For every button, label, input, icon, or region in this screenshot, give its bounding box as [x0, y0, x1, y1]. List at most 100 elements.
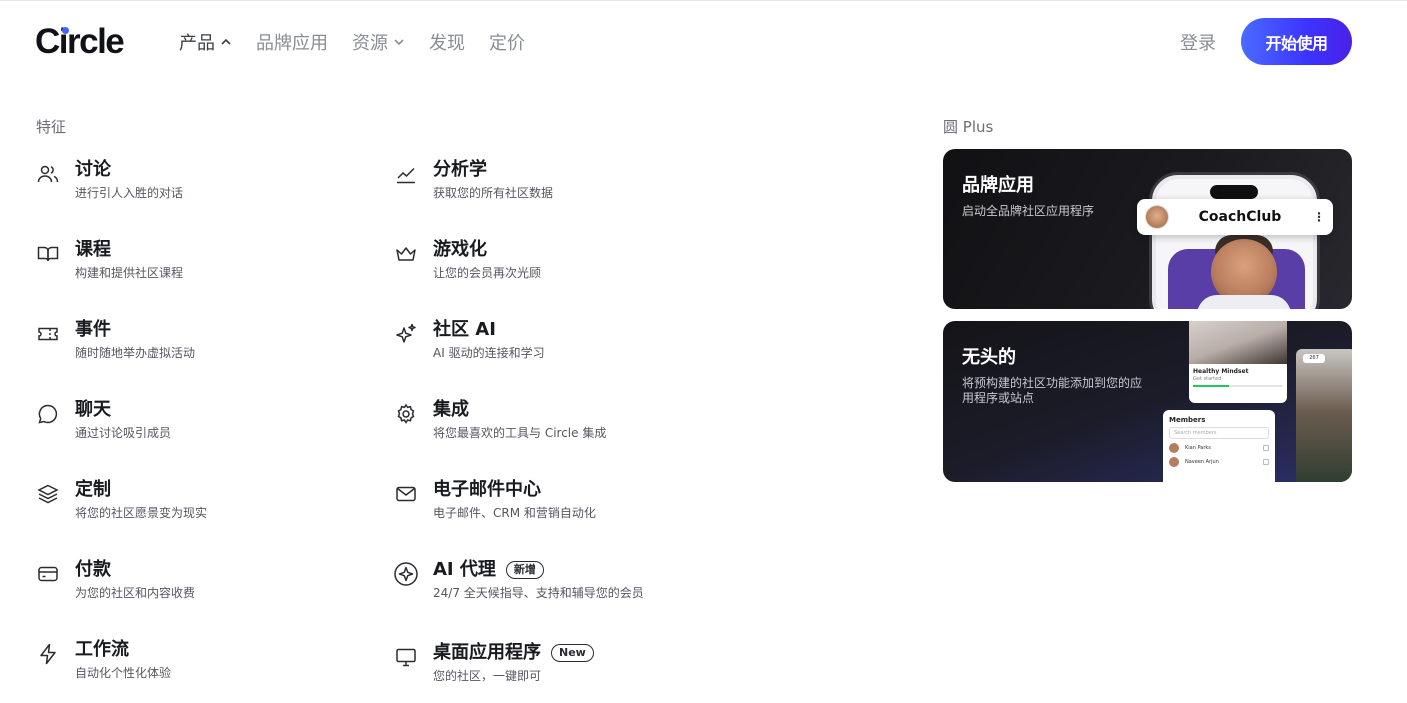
nav-products-label: 产品 — [179, 33, 215, 54]
card-desc: 启动全品牌社区应用程序 — [962, 204, 1095, 218]
nav-resources[interactable]: 资源 — [352, 29, 405, 55]
member-name: Naveen Arjun — [1185, 459, 1219, 465]
feature-integrations[interactable]: 集成 将您最喜欢的工具与 Circle 集成 — [393, 399, 606, 441]
feature-title: 游戏化 — [433, 239, 487, 260]
feature-gamification[interactable]: 游戏化 让您的会员再次光顾 — [393, 239, 541, 281]
main-nav: 产品 品牌应用 资源 发现 定价 — [179, 29, 549, 55]
feature-desc: 电子邮件、CRM 和营销自动化 — [433, 506, 596, 520]
top-border — [0, 0, 1407, 1]
card-title: 品牌应用 — [962, 175, 1034, 196]
monitor-icon — [393, 644, 419, 670]
list-item: Kian Parks — [1163, 439, 1275, 453]
feature-discussions[interactable]: 讨论 进行引人入胜的对话 — [35, 159, 183, 201]
card-desc: 将预构建的社区功能添加到您的应用程序或站点 — [962, 376, 1143, 405]
feature-analytics[interactable]: 分析学 获取您的所有社区数据 — [393, 159, 553, 201]
app-name: CoachClub — [1198, 209, 1282, 225]
feature-title: 事件 — [75, 319, 111, 340]
checkbox-icon — [1263, 445, 1269, 451]
users-icon — [35, 161, 61, 187]
feature-desc: 将您最喜欢的工具与 Circle 集成 — [433, 426, 607, 440]
feature-title-text: 桌面应用程序 — [433, 642, 541, 663]
ai-agent-icon — [393, 561, 419, 587]
nav-products[interactable]: 产品 — [179, 29, 232, 55]
feature-desc: 为您的社区和内容收费 — [75, 586, 196, 600]
credit-card-icon — [35, 561, 61, 587]
crown-icon — [393, 241, 419, 267]
mini-sub: Get started — [1193, 376, 1222, 382]
nav-discover[interactable]: 发现 — [429, 29, 465, 55]
ticket-icon — [35, 321, 61, 347]
mail-icon — [393, 481, 419, 507]
feature-title: 聊天 — [75, 399, 111, 420]
feature-desc: 获取您的所有社区数据 — [433, 186, 554, 200]
plus-label: 圆 Plus — [943, 118, 994, 136]
feature-events[interactable]: 事件 随时随地举办虚拟活动 — [35, 319, 195, 361]
feature-desc: 通过讨论吸引成员 — [75, 426, 172, 440]
book-open-icon — [35, 241, 61, 267]
feature-chat[interactable]: 聊天 通过讨论吸引成员 — [35, 399, 171, 441]
more-icon: ⋮ — [1313, 210, 1325, 224]
viewer-count-chip: 267 — [1303, 354, 1325, 363]
feature-courses[interactable]: 课程 构建和提供社区课程 — [35, 239, 183, 281]
lightning-icon — [35, 641, 61, 667]
headless-card[interactable]: 无头的 将预构建的社区功能添加到您的应用程序或站点 Healthy Mindse… — [943, 321, 1352, 482]
new-badge: 新增 — [505, 561, 544, 579]
nav-pricing[interactable]: 定价 — [489, 29, 525, 55]
feature-title: 分析学 — [433, 159, 487, 180]
person-shirt — [1197, 295, 1291, 309]
feature-desc: 随时随地举办虚拟活动 — [75, 346, 196, 360]
branded-apps-card[interactable]: 品牌应用 启动全品牌社区应用程序 CoachClub ⋮ — [943, 149, 1352, 309]
features-label: 特征 — [36, 118, 67, 136]
feature-desc: 将您的社区愿景变为现实 — [75, 506, 208, 520]
feature-title: 社区 AI — [433, 319, 496, 340]
members-panel: Members Search members Kian Parks Naveen… — [1163, 410, 1275, 482]
feature-title: 课程 — [75, 239, 111, 260]
feature-email-hub[interactable]: 电子邮件中心 电子邮件、CRM 和营销自动化 — [393, 479, 596, 521]
mini-title: Healthy Mindset — [1193, 368, 1249, 375]
nav-discover-label: 发现 — [429, 33, 465, 54]
feature-desc: 构建和提供社区课程 — [75, 266, 184, 280]
side-photo — [1296, 349, 1352, 482]
members-search-placeholder: Search members — [1174, 430, 1217, 436]
feature-title: 讨论 — [75, 159, 111, 180]
feature-desc: 让您的会员再次光顾 — [433, 266, 542, 280]
feature-desc: 自动化个性化体验 — [75, 666, 172, 680]
nav-pricing-label: 定价 — [489, 33, 525, 54]
phone-notch — [1210, 185, 1258, 199]
new-badge: New — [551, 644, 594, 662]
feature-ai-agents[interactable]: AI 代理 新增 24/7 全天候指导、支持和辅导您的会员 — [393, 559, 644, 601]
coachclub-header: CoachClub ⋮ — [1137, 199, 1333, 235]
feature-desc: 您的社区，一键即可 — [433, 669, 542, 683]
feature-desc: AI 驱动的连接和学习 — [433, 346, 545, 360]
list-item: Naveen Arjun — [1163, 453, 1275, 467]
nav-branded-apps[interactable]: 品牌应用 — [256, 29, 328, 55]
sparkles-icon — [393, 321, 419, 347]
feature-community-ai[interactable]: 社区 AI AI 驱动的连接和学习 — [393, 319, 545, 361]
checkbox-icon — [1263, 459, 1269, 465]
avatar — [1169, 443, 1179, 453]
feature-title: 付款 — [75, 559, 111, 580]
chevron-down-icon — [394, 39, 404, 46]
feature-title: AI 代理 新增 — [433, 559, 644, 581]
feature-title: 集成 — [433, 399, 469, 420]
gear-icon — [393, 401, 419, 427]
logo-dot-icon — [62, 27, 69, 34]
feature-desktop-app[interactable]: 桌面应用程序 New 您的社区，一键即可 — [393, 642, 594, 684]
login-link[interactable]: 登录 — [1180, 29, 1216, 55]
layers-icon — [35, 481, 61, 507]
card-title: 无头的 — [962, 347, 1016, 368]
chevron-up-icon — [221, 38, 231, 45]
mini-progress — [1193, 385, 1283, 387]
feature-payments[interactable]: 付款 为您的社区和内容收费 — [35, 559, 195, 601]
feature-title: 定制 — [75, 479, 111, 500]
feature-customization[interactable]: 定制 将您的社区愿景变为现实 — [35, 479, 207, 521]
get-started-button[interactable]: 开始使用 — [1241, 18, 1352, 65]
feature-title-text: AI 代理 — [433, 559, 496, 580]
members-title: Members — [1169, 416, 1206, 424]
feature-title: 桌面应用程序 New — [433, 642, 594, 664]
feature-workflows[interactable]: 工作流 自动化个性化体验 — [35, 639, 171, 681]
feature-desc: 进行引人入胜的对话 — [75, 186, 184, 200]
feature-title: 工作流 — [75, 639, 129, 660]
circle-logo[interactable]: Circle — [35, 22, 125, 62]
feature-desc: 24/7 全天候指导、支持和辅导您的会员 — [433, 586, 644, 600]
